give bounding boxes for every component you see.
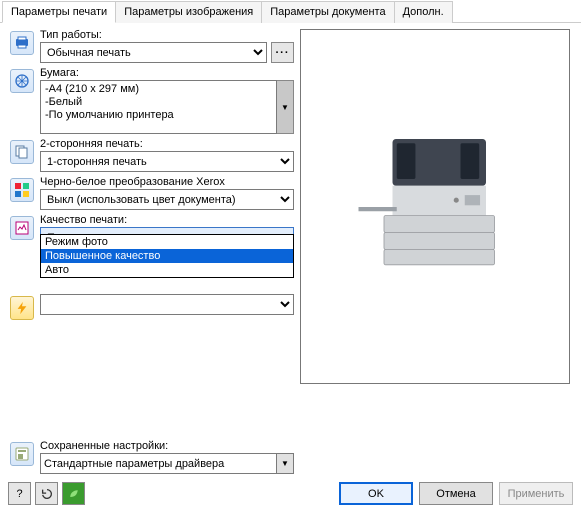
- saved-settings-icon: [10, 442, 34, 466]
- quality-option-enhanced[interactable]: Повышенное качество: [41, 249, 293, 263]
- tab-bar: Параметры печати Параметры изображения П…: [0, 0, 581, 23]
- reset-button[interactable]: [35, 482, 58, 505]
- eco-icon: [68, 488, 80, 500]
- saved-settings-label: Сохраненные настройки:: [40, 440, 573, 452]
- help-button[interactable]: ?: [8, 482, 31, 505]
- paper-label: Бумага:: [40, 67, 294, 79]
- ok-button[interactable]: OK: [339, 482, 413, 505]
- tab-document-params[interactable]: Параметры документа: [261, 1, 394, 23]
- apply-button: Применить: [499, 482, 573, 505]
- quality-icon: [10, 216, 34, 240]
- quality-option-auto[interactable]: Авто: [41, 263, 293, 277]
- printer-preview: [300, 29, 570, 384]
- paper-dropdown-button[interactable]: ▼: [277, 80, 294, 134]
- tab-label: Параметры документа: [270, 6, 385, 18]
- cancel-label: Отмена: [436, 488, 475, 500]
- duplex-label: 2-сторонняя печать:: [40, 138, 294, 150]
- duplex-combo[interactable]: 1-сторонняя печать: [40, 151, 294, 172]
- paper-icon: [10, 69, 34, 93]
- extra-combo[interactable]: [40, 294, 294, 315]
- tab-print-params[interactable]: Параметры печати: [2, 1, 116, 23]
- bw-combo[interactable]: Выкл (использовать цвет документа): [40, 189, 294, 210]
- chevron-down-icon: ▼: [276, 454, 293, 473]
- chevron-down-icon: ▼: [277, 81, 293, 133]
- job-type-icon: [10, 31, 34, 55]
- bw-label: Черно-белое преобразование Xerox: [40, 176, 294, 188]
- tab-additional[interactable]: Дополн.: [394, 1, 453, 23]
- apply-label: Применить: [508, 488, 565, 500]
- lightning-icon: [10, 296, 34, 320]
- help-icon: ?: [16, 488, 22, 500]
- color-icon: [10, 178, 34, 202]
- tab-label: Дополн.: [403, 6, 444, 18]
- tab-label: Параметры печати: [11, 6, 107, 18]
- paper-tray: По умолчанию принтера: [45, 109, 272, 122]
- duplex-icon: [10, 140, 34, 164]
- saved-settings-combo[interactable]: Стандартные параметры драйвера ▼: [40, 453, 294, 474]
- job-type-combo[interactable]: Обычная печать: [40, 42, 267, 63]
- quality-label: Качество печати:: [40, 214, 294, 226]
- tab-label: Параметры изображения: [124, 6, 253, 18]
- reset-icon: [40, 487, 54, 501]
- quality-dropdown-list: Режим фото Повышенное качество Авто: [40, 234, 294, 278]
- paper-color: Белый: [45, 96, 272, 109]
- ok-label: OK: [368, 488, 384, 500]
- paper-listbox[interactable]: A4 (210 x 297 мм) Белый По умолчанию при…: [40, 80, 277, 134]
- job-type-more-button[interactable]: ···: [271, 42, 294, 63]
- saved-settings-value: Стандартные параметры драйвера: [41, 458, 276, 470]
- printer-illustration: [350, 122, 520, 292]
- eco-button[interactable]: [62, 482, 85, 505]
- cancel-button[interactable]: Отмена: [419, 482, 493, 505]
- paper-size: A4 (210 x 297 мм): [45, 83, 272, 96]
- quality-option-photo[interactable]: Режим фото: [41, 235, 293, 249]
- job-type-label: Тип работы:: [40, 29, 294, 41]
- tab-image-params[interactable]: Параметры изображения: [115, 1, 262, 23]
